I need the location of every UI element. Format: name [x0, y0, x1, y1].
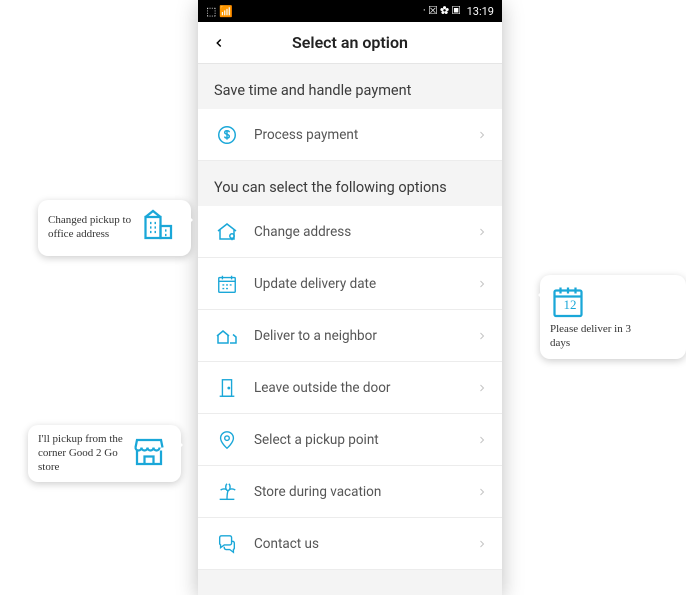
annotation-text: Please deliver in 3 days — [550, 323, 640, 351]
row-label: Select a pickup point — [254, 432, 476, 448]
status-left-icons: ⬚ 📶 — [206, 5, 233, 18]
chevron-right-icon — [476, 224, 488, 240]
chat-icon — [214, 531, 240, 557]
row-label: Contact us — [254, 536, 476, 552]
chevron-right-icon — [476, 536, 488, 552]
annotation-delivery-date: 12 Please deliver in 3 days — [540, 275, 686, 359]
chevron-right-icon — [476, 276, 488, 292]
row-contact-us[interactable]: Contact us — [198, 518, 502, 570]
status-bar: ⬚ 📶 · ⮽ ✿ ▣ 13:19 — [198, 0, 502, 22]
row-label: Deliver to a neighbor — [254, 328, 476, 344]
chevron-right-icon — [476, 328, 488, 344]
phone-frame: ⬚ 📶 · ⮽ ✿ ▣ 13:19 Select an option Save … — [198, 0, 502, 595]
page-title: Select an option — [198, 33, 502, 52]
chevron-right-icon — [476, 432, 488, 448]
calendar-date-icon: 12 — [550, 283, 590, 323]
status-time: 13:19 — [467, 5, 494, 18]
chevron-right-icon — [476, 484, 488, 500]
row-label: Store during vacation — [254, 484, 476, 500]
status-right-icons: · ⮽ ✿ ▣ — [423, 4, 461, 18]
houses-icon — [214, 323, 240, 349]
map-pin-icon — [214, 427, 240, 453]
door-icon — [214, 375, 240, 401]
app-header: Select an option — [198, 22, 502, 64]
calendar-icon — [214, 271, 240, 297]
section-payment-label: Save time and handle payment — [198, 64, 502, 109]
chevron-left-icon — [212, 36, 226, 50]
row-label: Change address — [254, 224, 476, 240]
annotation-pickup-store: I'll pickup from the corner Good 2 Go st… — [28, 425, 181, 482]
row-label: Leave outside the door — [254, 380, 476, 396]
row-deliver-neighbor[interactable]: Deliver to a neighbor — [198, 310, 502, 362]
chevron-right-icon — [476, 380, 488, 396]
row-label: Process payment — [254, 127, 476, 143]
calendar-number: 12 — [550, 297, 590, 313]
shop-icon — [131, 434, 171, 474]
house-pin-icon — [214, 219, 240, 245]
annotation-text: I'll pickup from the corner Good 2 Go st… — [38, 433, 128, 474]
section-options-label: You can select the following options — [198, 161, 502, 206]
row-change-address[interactable]: Change address — [198, 206, 502, 258]
back-button[interactable] — [198, 22, 240, 64]
annotation-text: Changed pickup to office address — [48, 214, 138, 242]
row-update-date[interactable]: Update delivery date — [198, 258, 502, 310]
row-label: Update delivery date — [254, 276, 476, 292]
options-list: Save time and handle payment Process pay… — [198, 64, 502, 595]
palm-icon — [214, 479, 240, 505]
row-store-vacation[interactable]: Store during vacation — [198, 466, 502, 518]
row-leave-outside[interactable]: Leave outside the door — [198, 362, 502, 414]
office-building-icon — [141, 208, 181, 248]
row-process-payment[interactable]: Process payment — [198, 109, 502, 161]
chevron-right-icon — [476, 127, 488, 143]
dollar-circle-icon — [214, 122, 240, 148]
row-pickup-point[interactable]: Select a pickup point — [198, 414, 502, 466]
annotation-change-address: Changed pickup to office address — [38, 200, 191, 256]
